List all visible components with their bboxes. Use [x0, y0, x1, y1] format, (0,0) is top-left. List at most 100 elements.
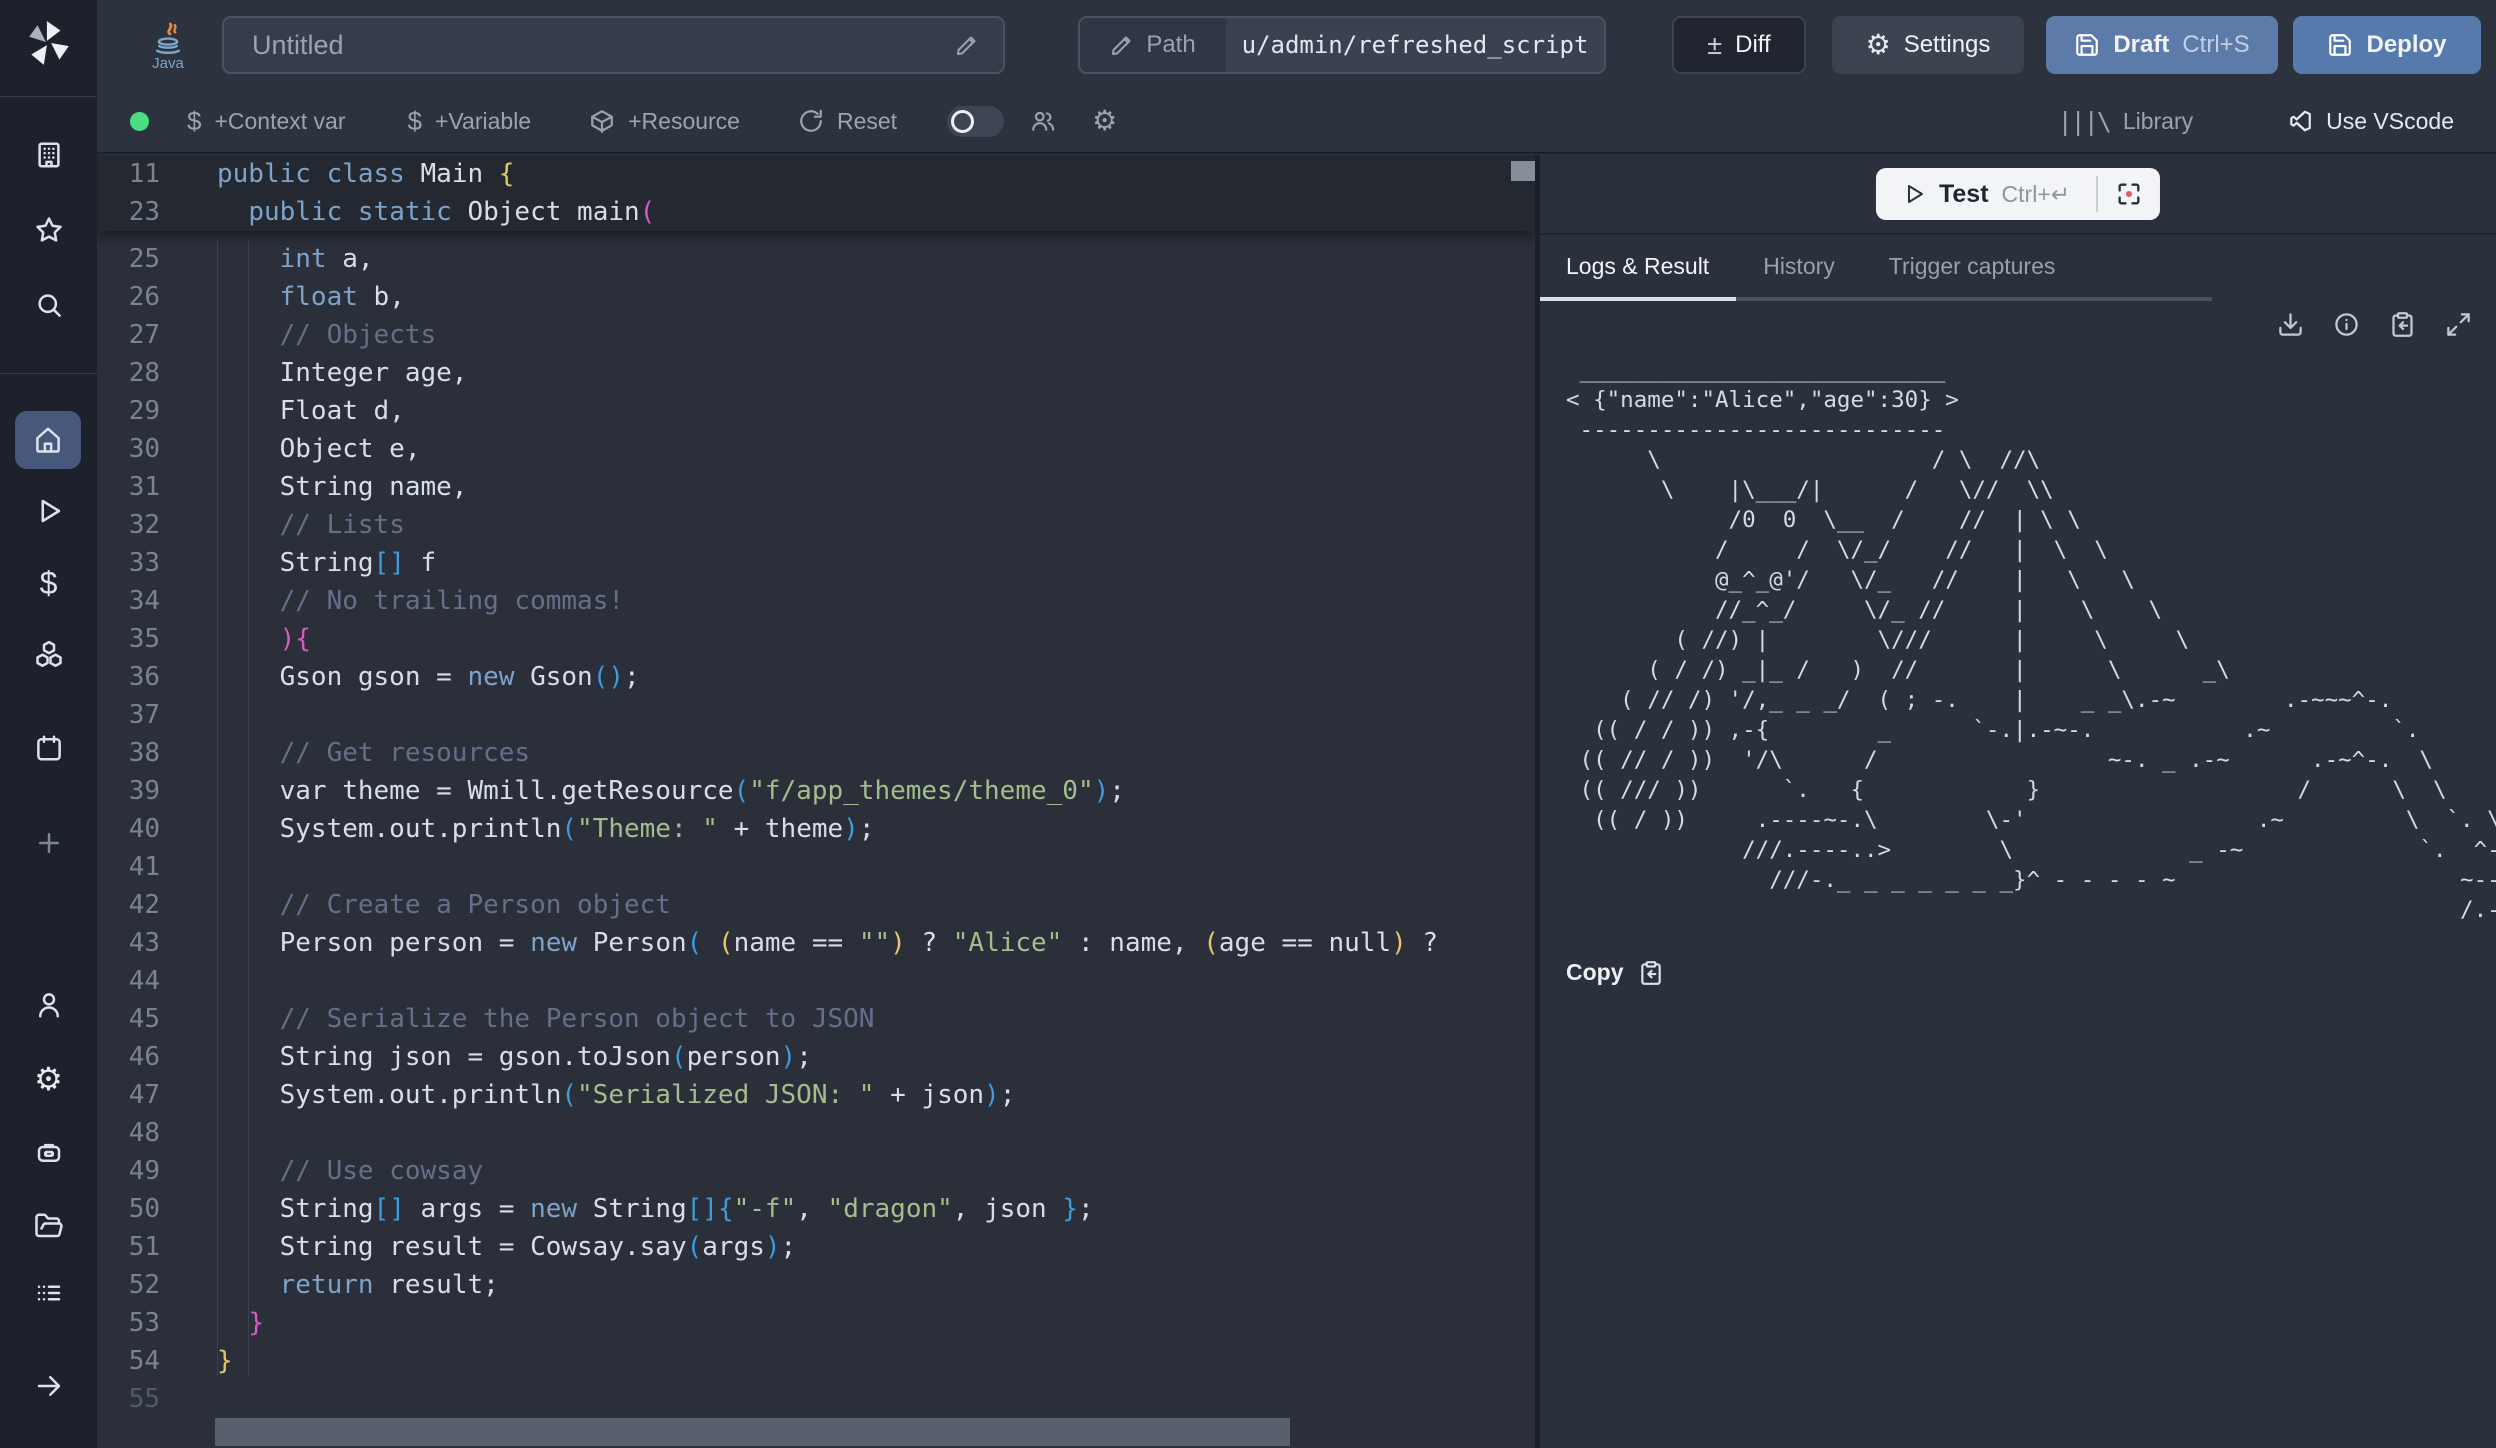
- code-line[interactable]: 39 var theme = Wmill.getResource("f/app_…: [97, 772, 1535, 810]
- code-line[interactable]: 11public class Main {: [97, 155, 1535, 193]
- collaborators-button[interactable]: [1030, 108, 1056, 134]
- sidebar-item-resources[interactable]: [0, 625, 97, 683]
- add-variable-button[interactable]: $ +Variable: [408, 106, 532, 137]
- java-label: Java: [152, 55, 184, 72]
- run-panel: Test Ctrl+↵ Logs & Result History Trigge…: [1540, 155, 2496, 1448]
- language-status-dot: [130, 112, 149, 131]
- windmill-logo-icon[interactable]: [24, 18, 74, 68]
- editor-horizontal-scrollbar[interactable]: [215, 1418, 1290, 1446]
- code-editor[interactable]: 25 int a,26 float b,27 // Objects28 Inte…: [97, 155, 1535, 1448]
- sidebar-item-audit-logs[interactable]: [0, 1264, 97, 1322]
- code-line[interactable]: 41: [97, 848, 1535, 886]
- code-line[interactable]: 44: [97, 962, 1535, 1000]
- sidebar-item-favorites[interactable]: [0, 201, 97, 259]
- code-line[interactable]: 53 }: [97, 1304, 1535, 1342]
- code-line[interactable]: 35 ){: [97, 620, 1535, 658]
- diff-mode-toggle[interactable]: [947, 106, 1004, 137]
- code-line[interactable]: 30 Object e,: [97, 430, 1535, 468]
- sidebar-item-users[interactable]: [0, 976, 97, 1034]
- code-text: Float d,: [217, 392, 405, 430]
- copy-result-button[interactable]: Copy: [1540, 959, 2496, 986]
- code-line[interactable]: 51 String result = Cowsay.say(args);: [97, 1228, 1535, 1266]
- capture-mode-button[interactable]: [2098, 168, 2160, 220]
- test-button-group[interactable]: Test Ctrl+↵: [1876, 168, 2160, 220]
- plus-icon: [34, 828, 64, 858]
- code-line[interactable]: 28 Integer age,: [97, 354, 1535, 392]
- library-icon: |||\: [2058, 107, 2110, 136]
- download-icon[interactable]: [2277, 311, 2304, 338]
- code-text: public class Main {: [217, 155, 514, 193]
- add-context-var-button[interactable]: $ +Context var: [187, 106, 346, 137]
- line-number: 46: [97, 1038, 160, 1076]
- code-line[interactable]: 49 // Use cowsay: [97, 1152, 1535, 1190]
- code-line[interactable]: 37: [97, 696, 1535, 734]
- tab-trigger-captures[interactable]: Trigger captures: [1862, 235, 2083, 301]
- run-panel-header: Test Ctrl+↵: [1540, 155, 2496, 235]
- info-icon[interactable]: [2333, 311, 2360, 338]
- tab-logs-and-result[interactable]: Logs & Result: [1540, 235, 1736, 301]
- deploy-button[interactable]: Deploy: [2293, 16, 2481, 74]
- code-text: Gson gson = new Gson();: [217, 658, 640, 696]
- code-line[interactable]: 48: [97, 1114, 1535, 1152]
- line-number: 51: [97, 1228, 160, 1266]
- draft-button[interactable]: Draft Ctrl+S: [2046, 16, 2278, 74]
- editor-settings-button[interactable]: ⚙: [1092, 107, 1117, 135]
- sidebar-item-settings[interactable]: ⚙: [0, 1050, 97, 1108]
- use-vscode-button[interactable]: Use VScode: [2287, 108, 2454, 135]
- sidebar-item-home[interactable]: [15, 411, 81, 469]
- sidebar-item-runs[interactable]: [0, 482, 97, 540]
- edit-title-pencil-icon[interactable]: [955, 33, 979, 57]
- settings-button[interactable]: ⚙ Settings: [1832, 16, 2024, 74]
- line-number: 28: [97, 354, 160, 392]
- code-line[interactable]: 36 Gson gson = new Gson();: [97, 658, 1535, 696]
- code-line[interactable]: 46 String json = gson.toJson(person);: [97, 1038, 1535, 1076]
- line-number: 39: [97, 772, 160, 810]
- sidebar-item-workers[interactable]: [0, 1123, 97, 1181]
- path-label-segment[interactable]: Path: [1080, 18, 1226, 72]
- code-line[interactable]: 54}: [97, 1342, 1535, 1380]
- code-line[interactable]: 34 // No trailing commas!: [97, 582, 1535, 620]
- sidebar-item-workspace[interactable]: [0, 126, 97, 184]
- code-text: int a,: [217, 240, 374, 278]
- expand-icon[interactable]: [2445, 311, 2472, 338]
- code-line[interactable]: 32 // Lists: [97, 506, 1535, 544]
- sidebar-item-add[interactable]: [0, 814, 97, 872]
- copy-label: Copy: [1566, 959, 1624, 986]
- library-button[interactable]: |||\ Library: [2058, 107, 2194, 136]
- code-line[interactable]: 52 return result;: [97, 1266, 1535, 1304]
- code-line[interactable]: 27 // Objects: [97, 316, 1535, 354]
- editor-vertical-scrollbar[interactable]: [1511, 161, 1535, 181]
- code-line[interactable]: 42 // Create a Person object: [97, 886, 1535, 924]
- path-field[interactable]: Path u/admin/refreshed_script: [1078, 16, 1606, 74]
- reset-button[interactable]: Reset: [798, 108, 897, 135]
- sidebar-item-schedules[interactable]: [0, 719, 97, 777]
- code-line[interactable]: 40 System.out.println("Theme: " + theme)…: [97, 810, 1535, 848]
- code-text: Person person = new Person( (name == "")…: [217, 924, 1438, 962]
- code-line[interactable]: 33 String[] f: [97, 544, 1535, 582]
- code-line[interactable]: 47 System.out.println("Serialized JSON: …: [97, 1076, 1535, 1114]
- sidebar-item-folders[interactable]: [0, 1197, 97, 1255]
- code-line[interactable]: 45 // Serialize the Person object to JSO…: [97, 1000, 1535, 1038]
- code-line[interactable]: 29 Float d,: [97, 392, 1535, 430]
- clipboard-copy-icon[interactable]: [2389, 311, 2416, 338]
- sidebar-item-expand[interactable]: [0, 1357, 97, 1415]
- clipboard-copy-icon: [1638, 960, 1664, 986]
- add-resource-button[interactable]: +Resource: [589, 108, 740, 135]
- code-line[interactable]: 43 Person person = new Person( (name == …: [97, 924, 1535, 962]
- tab-history[interactable]: History: [1736, 235, 1862, 301]
- person-icon: [34, 990, 64, 1020]
- code-line[interactable]: 31 String name,: [97, 468, 1535, 506]
- diff-button[interactable]: ± Diff: [1672, 16, 1806, 74]
- editor-body[interactable]: 25 int a,26 float b,27 // Objects28 Inte…: [97, 240, 1535, 1418]
- sidebar-item-variables[interactable]: $: [0, 554, 97, 612]
- code-line[interactable]: 23 public static Object main(: [97, 193, 1535, 231]
- code-line[interactable]: 26 float b,: [97, 278, 1535, 316]
- code-line[interactable]: 38 // Get resources: [97, 734, 1535, 772]
- script-title-input[interactable]: Untitled: [222, 16, 1005, 74]
- sidebar-item-search[interactable]: [0, 276, 97, 334]
- code-line[interactable]: 50 String[] args = new String[]{"-f", "d…: [97, 1190, 1535, 1228]
- code-line[interactable]: 25 int a,: [97, 240, 1535, 278]
- test-button[interactable]: Test Ctrl+↵: [1876, 168, 2096, 220]
- code-line[interactable]: 55: [97, 1380, 1535, 1418]
- line-number: 47: [97, 1076, 160, 1114]
